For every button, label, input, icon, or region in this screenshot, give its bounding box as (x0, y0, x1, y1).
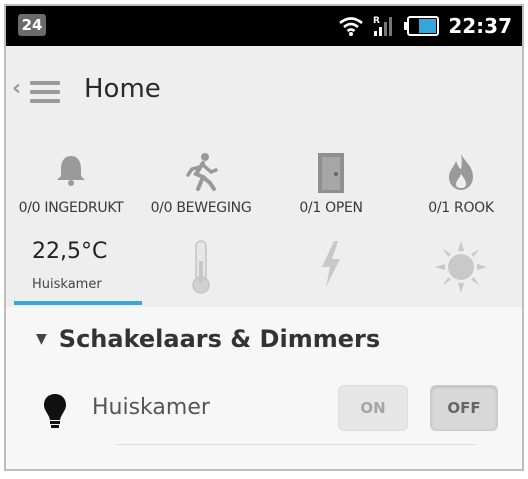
back-chevron-icon[interactable]: ‹ (12, 78, 26, 100)
sensor-doorbell[interactable]: 0/0 INGEDRUKT (6, 134, 136, 229)
divider (116, 444, 476, 445)
switch-row: Huiskamer ON OFF (6, 385, 522, 445)
menu-icon[interactable] (30, 81, 60, 103)
sensor-label: 0/0 INGEDRUKT (18, 200, 124, 216)
sensor-motion[interactable]: 0/0 BEWEGING (136, 134, 266, 229)
door-icon (318, 153, 344, 193)
tab-energy[interactable] (266, 229, 396, 307)
switch-section: ▼ Schakelaars & Dimmers Huiskamer ON OFF (6, 307, 522, 469)
tab-sun[interactable] (396, 229, 522, 307)
temperature-value: 22,5°C (32, 239, 108, 264)
bulb-icon (44, 394, 66, 428)
section-header[interactable]: ▼ Schakelaars & Dimmers (36, 325, 380, 353)
expand-triangle-icon: ▼ (36, 331, 47, 347)
off-button[interactable]: OFF (430, 385, 498, 431)
on-button[interactable]: ON (338, 385, 408, 431)
battery-icon (404, 16, 440, 36)
sensor-label: 0/0 BEWEGING (150, 200, 252, 216)
action-bar: ‹ Home (6, 46, 522, 134)
flame-icon (449, 154, 473, 190)
thermometer-icon (192, 240, 210, 294)
switch-name: Huiskamer (92, 395, 210, 420)
notification-badge: 24 (18, 14, 46, 36)
bell-icon (57, 156, 85, 186)
lightning-icon (322, 241, 340, 287)
section-title: Schakelaars & Dimmers (58, 325, 381, 353)
tab-thermometer[interactable] (136, 229, 266, 307)
sensor-door[interactable]: 0/1 OPEN (266, 134, 396, 229)
motion-icon (186, 153, 218, 191)
sun-icon (435, 241, 487, 293)
tile-row: 22,5°C Huiskamer (6, 229, 522, 307)
selected-tab-indicator (14, 301, 142, 305)
sensor-label: 0/1 OPEN (299, 200, 363, 216)
clock: 22:37 (448, 14, 512, 38)
status-icons: R 22:37 (338, 12, 512, 40)
sensor-label: 0/1 ROOK (428, 200, 494, 216)
svg-text:R: R (373, 16, 380, 26)
page-title: Home (84, 74, 161, 104)
temperature-room: Huiskamer (32, 277, 102, 292)
app-screen: 24 R 22:37 ‹ Home 0/0 INGEDRUKT 0/0 BEWE… (4, 4, 524, 471)
wifi-icon (339, 17, 364, 36)
status-bar: 24 R 22:37 (6, 6, 522, 46)
tab-temperature[interactable]: 22,5°C Huiskamer (6, 229, 142, 307)
sensor-row: 0/0 INGEDRUKT 0/0 BEWEGING 0/1 OPEN 0/1 … (6, 134, 522, 229)
sensor-smoke[interactable]: 0/1 ROOK (396, 134, 522, 229)
signal-icon: R (373, 16, 393, 36)
